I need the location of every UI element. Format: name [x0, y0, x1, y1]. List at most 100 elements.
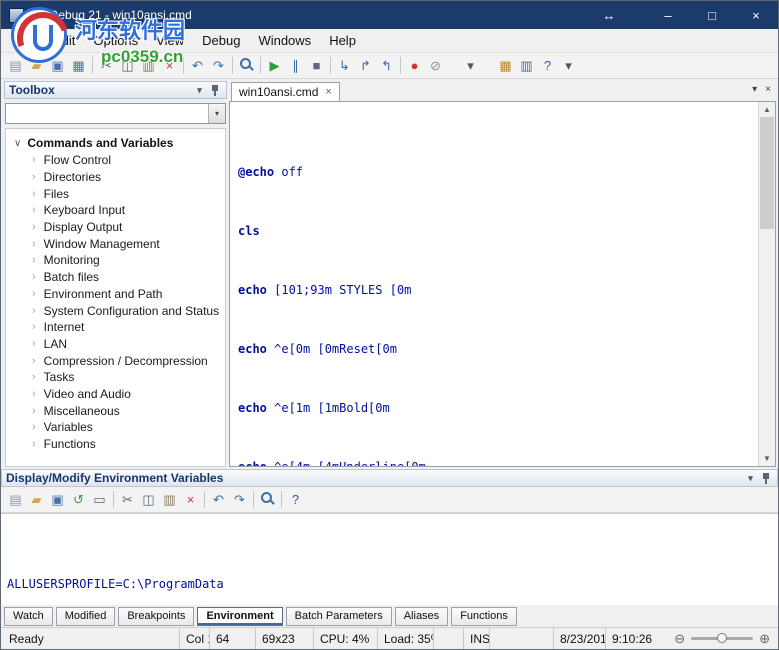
toolbar-overflow-icon[interactable]: ▾	[460, 55, 481, 76]
save-icon[interactable]: ▣	[47, 489, 68, 510]
menu-item[interactable]: File	[5, 30, 44, 51]
save-icon[interactable]: ▣	[47, 55, 68, 76]
tree-item[interactable]: › Internet	[6, 319, 225, 336]
toolbox-filter-combobox[interactable]: ▾	[5, 103, 226, 124]
redo-icon[interactable]: ↷	[229, 489, 250, 510]
close-tab-icon[interactable]: ×	[325, 86, 331, 98]
menu-item[interactable]: Edit	[44, 30, 84, 51]
step-out-icon[interactable]: ↰	[376, 55, 397, 76]
close-button[interactable]: ×	[734, 1, 778, 29]
status-cell: 9:10:26	[605, 628, 652, 649]
close-document-icon[interactable]: ×	[765, 84, 771, 95]
undo-icon[interactable]: ↶	[208, 489, 229, 510]
paste-icon[interactable]: ▥	[138, 55, 159, 76]
tree-item[interactable]: › System Configuration and Status	[6, 302, 225, 319]
record-icon[interactable]: ●	[404, 55, 425, 76]
panel-menu-icon[interactable]: ▾	[192, 83, 207, 98]
save-all-icon[interactable]: ▦	[68, 55, 89, 76]
tree-item[interactable]: › Video and Audio	[6, 386, 225, 403]
undo-icon[interactable]: ↶	[187, 55, 208, 76]
debug-panel-tab[interactable]: Batch Parameters	[285, 606, 392, 626]
tree-item[interactable]: › Files	[6, 185, 225, 202]
panel-menu-icon[interactable]: ▾	[743, 471, 758, 486]
minimize-button[interactable]: –	[646, 1, 690, 29]
print-icon[interactable]: ▭	[89, 489, 110, 510]
tree-item[interactable]: › Directories	[6, 169, 225, 186]
debug-panel-tab[interactable]: Watch	[4, 606, 53, 626]
menu-item[interactable]: View	[147, 30, 193, 51]
toolbar-more-icon[interactable]: ▾	[558, 55, 579, 76]
debug-panel-tab[interactable]: Breakpoints	[118, 606, 195, 626]
delete-icon[interactable]: ×	[180, 489, 201, 510]
tree-item[interactable]: › Variables	[6, 419, 225, 436]
debug-panel-tab[interactable]: Functions	[451, 606, 517, 626]
tree-item[interactable]: › Miscellaneous	[6, 402, 225, 419]
environment-variables-list[interactable]: ALLUSERSPROFILE=C:\ProgramData APPDATA=C…	[1, 513, 778, 605]
tree-item[interactable]: › Monitoring	[6, 252, 225, 269]
tree-item[interactable]: › Display Output	[6, 219, 225, 236]
app-icon	[9, 7, 24, 23]
copy-icon[interactable]: ◫	[117, 55, 138, 76]
debug-panel-tab[interactable]: Aliases	[394, 606, 449, 626]
menu-item[interactable]: Options	[84, 30, 147, 51]
cut-icon[interactable]: ✂	[117, 489, 138, 510]
stop-icon[interactable]: ■	[306, 55, 327, 76]
cut-icon[interactable]: ✂	[96, 55, 117, 76]
open-folder-icon[interactable]: ▰	[26, 489, 47, 510]
scroll-up-icon[interactable]: ▲	[759, 102, 775, 117]
tab-win10ansi[interactable]: win10ansi.cmd ×	[231, 82, 340, 101]
delete-icon[interactable]: ×	[159, 55, 180, 76]
scroll-down-icon[interactable]: ▼	[759, 451, 775, 466]
copy-icon[interactable]: ◫	[138, 489, 159, 510]
debug-panel-tab[interactable]: Environment	[197, 606, 283, 626]
code-editor[interactable]: @echo off cls echo [101;93m STYLES [0m e…	[230, 102, 758, 466]
paste-icon[interactable]: ▥	[159, 489, 180, 510]
help-icon[interactable]: ?	[537, 55, 558, 76]
new-file-icon[interactable]: ▤	[5, 55, 26, 76]
console-window-icon[interactable]: ▥	[516, 55, 537, 76]
breakpoint-disable-icon[interactable]: ⊘	[425, 55, 446, 76]
fullscreen-toggle-icon[interactable]: ↔	[594, 1, 624, 29]
find-icon[interactable]	[257, 489, 278, 510]
refresh-icon[interactable]: ↺	[68, 489, 89, 510]
debug-panel-tab[interactable]: Modified	[55, 606, 116, 626]
tree-item[interactable]: › Tasks	[6, 369, 225, 386]
menu-bar: File Edit Options View Debug Windows Hel…	[1, 29, 778, 53]
run-icon[interactable]: ▶	[264, 55, 285, 76]
chevron-down-icon[interactable]: ▾	[208, 104, 225, 123]
tab-list-dropdown-icon[interactable]: ▾	[752, 84, 757, 95]
menu-item[interactable]: Windows	[249, 30, 320, 51]
tree-item[interactable]: › Functions	[6, 436, 225, 453]
maximize-button[interactable]: □	[690, 1, 734, 29]
new-file-icon[interactable]: ▤	[5, 489, 26, 510]
window-list-icon[interactable]: ▦	[495, 55, 516, 76]
environment-variable-row[interactable]: ALLUSERSPROFILE=C:\ProgramData	[7, 577, 778, 592]
redo-icon[interactable]: ↷	[208, 55, 229, 76]
tree-item[interactable]: › Window Management	[6, 235, 225, 252]
pause-icon[interactable]: ∥	[285, 55, 306, 76]
tree-root-commands-and-variables[interactable]: ∨ Commands and Variables	[6, 134, 225, 152]
menu-item[interactable]: Help	[320, 30, 365, 51]
zoom-out-icon[interactable]: ⊖	[674, 631, 685, 647]
tree-item[interactable]: › Flow Control	[6, 152, 225, 169]
pin-icon[interactable]	[758, 471, 773, 486]
tree-item[interactable]: › Keyboard Input	[6, 202, 225, 219]
tree-item[interactable]: › LAN	[6, 336, 225, 353]
tree-item[interactable]: › Environment and Path	[6, 286, 225, 303]
help-icon[interactable]: ?	[285, 489, 306, 510]
open-folder-icon[interactable]: ▰	[26, 55, 47, 76]
tree-item-label: Functions	[43, 437, 96, 452]
zoom-in-icon[interactable]: ⊕	[759, 631, 770, 647]
menu-item[interactable]: Debug	[193, 30, 249, 51]
scrollbar-track[interactable]	[759, 117, 775, 451]
step-into-icon[interactable]: ↳	[334, 55, 355, 76]
pin-icon[interactable]	[207, 83, 222, 98]
editor-vertical-scrollbar[interactable]: ▲ ▼	[758, 102, 775, 466]
zoom-slider-track[interactable]	[691, 633, 754, 643]
find-icon[interactable]	[236, 55, 257, 76]
zoom-slider-thumb[interactable]	[717, 633, 728, 643]
tree-item[interactable]: › Batch files	[6, 269, 225, 286]
tree-item[interactable]: › Compression / Decompression	[6, 352, 225, 369]
step-over-icon[interactable]: ↱	[355, 55, 376, 76]
scrollbar-thumb[interactable]	[760, 117, 774, 229]
